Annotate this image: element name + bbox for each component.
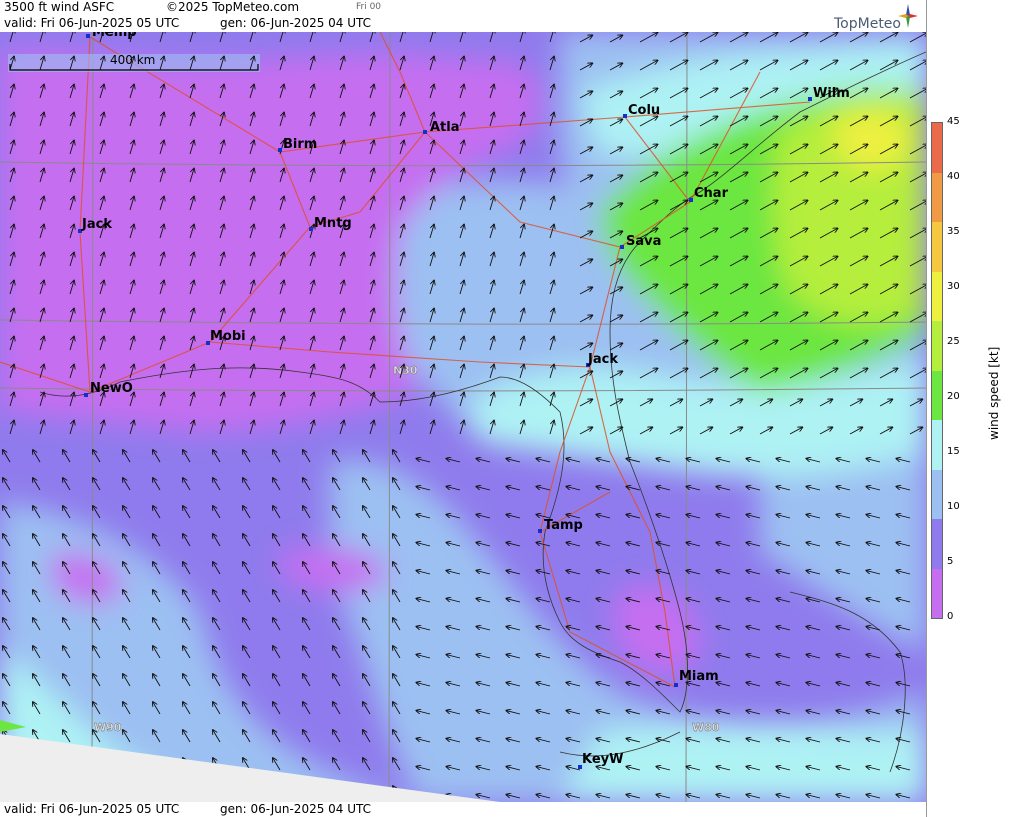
latlon-label-w80: W80 — [692, 721, 720, 734]
day-indicator: Fri 00 — [356, 2, 382, 12]
gen-time: gen: 06-Jun-2025 04 UTC — [220, 16, 372, 30]
legend-tick-label: 30 — [947, 281, 960, 292]
legend-color-band — [932, 123, 942, 173]
legend-color-band — [932, 370, 942, 420]
city-marker — [309, 227, 313, 231]
legend-color-band — [932, 321, 942, 371]
city-marker — [808, 97, 812, 101]
city-label-memp[interactable]: Memp — [92, 32, 137, 40]
city-label-atla[interactable]: Atla — [430, 120, 460, 135]
legend-color-band — [932, 420, 942, 470]
city-label-char[interactable]: Char — [694, 186, 729, 201]
legend-tick-label: 0 — [947, 611, 954, 622]
city-marker — [620, 245, 624, 249]
legend-tick-label: 20 — [947, 391, 960, 402]
city-label-jack-ms[interactable]: Jack — [81, 217, 112, 232]
legend-tick-label: 25 — [947, 336, 960, 347]
legend-tick-label: 15 — [947, 446, 960, 457]
city-label-newo[interactable]: NewO — [90, 381, 133, 396]
city-label-jack-fl[interactable]: Jack — [587, 352, 618, 367]
legend-color-band — [932, 469, 942, 519]
legend-tick-label: 5 — [947, 556, 954, 567]
city-label-sava[interactable]: Sava — [626, 234, 661, 249]
latlon-label-n30: N30 — [393, 364, 418, 377]
legend-color-band — [932, 222, 942, 272]
city-marker — [689, 198, 693, 202]
color-scale-bar — [931, 122, 943, 619]
city-marker — [86, 34, 90, 38]
latlon-label-w90: W90 — [94, 721, 122, 734]
city-marker — [674, 683, 678, 687]
city-marker — [278, 148, 282, 152]
legend-panel: 45 40 35 30 25 20 15 10 5 0 wind speed [kt] — [926, 0, 1017, 817]
footer-valid-time: valid: Fri 06-Jun-2025 05 UTC — [4, 802, 180, 816]
city-marker — [623, 114, 627, 118]
legend-color-band — [932, 519, 942, 569]
city-marker — [538, 529, 542, 533]
city-label-keyw[interactable]: KeyW — [582, 752, 623, 767]
city-label-mobi[interactable]: Mobi — [210, 329, 246, 344]
copyright: ©2025 TopMeteo.com — [166, 0, 300, 14]
header-bar: 3500 ft wind ASFC ©2025 TopMeteo.com Fri… — [0, 0, 926, 32]
legend-color-band — [932, 172, 942, 222]
city-marker — [84, 393, 88, 397]
footer-gen-time: gen: 06-Jun-2025 04 UTC — [220, 802, 372, 816]
valid-time: valid: Fri 06-Jun-2025 05 UTC — [4, 16, 180, 30]
city-label-colu[interactable]: Colu — [628, 103, 660, 118]
legend-tick-label: 45 — [947, 116, 960, 127]
legend-color-band — [932, 568, 942, 618]
wind-map-svg: 400 km N30 W90 W80 Memp Birm Atla Colu W… — [0, 32, 926, 802]
legend-title: wind speed [kt] — [987, 346, 1001, 440]
city-marker — [423, 130, 427, 134]
weather-map[interactable]: 400 km N30 W90 W80 Memp Birm Atla Colu W… — [0, 32, 926, 802]
legend-color-band — [932, 271, 942, 321]
city-label-tamp[interactable]: Tamp — [544, 518, 583, 533]
city-label-wilm[interactable]: Wilm — [813, 86, 850, 101]
brand-logo: TopMeteo — [834, 16, 901, 32]
footer-bar: valid: Fri 06-Jun-2025 05 UTC gen: 06-Ju… — [0, 802, 926, 817]
city-label-birm[interactable]: Birm — [283, 137, 317, 152]
legend-tick-label: 10 — [947, 501, 960, 512]
city-label-mntg[interactable]: Mntg — [314, 216, 352, 231]
city-label-miam[interactable]: Miam — [679, 669, 719, 684]
legend-tick-label: 35 — [947, 226, 960, 237]
legend-tick-label: 40 — [947, 171, 960, 182]
product-title: 3500 ft wind ASFC — [4, 0, 115, 14]
compass-logo-icon — [898, 4, 918, 28]
